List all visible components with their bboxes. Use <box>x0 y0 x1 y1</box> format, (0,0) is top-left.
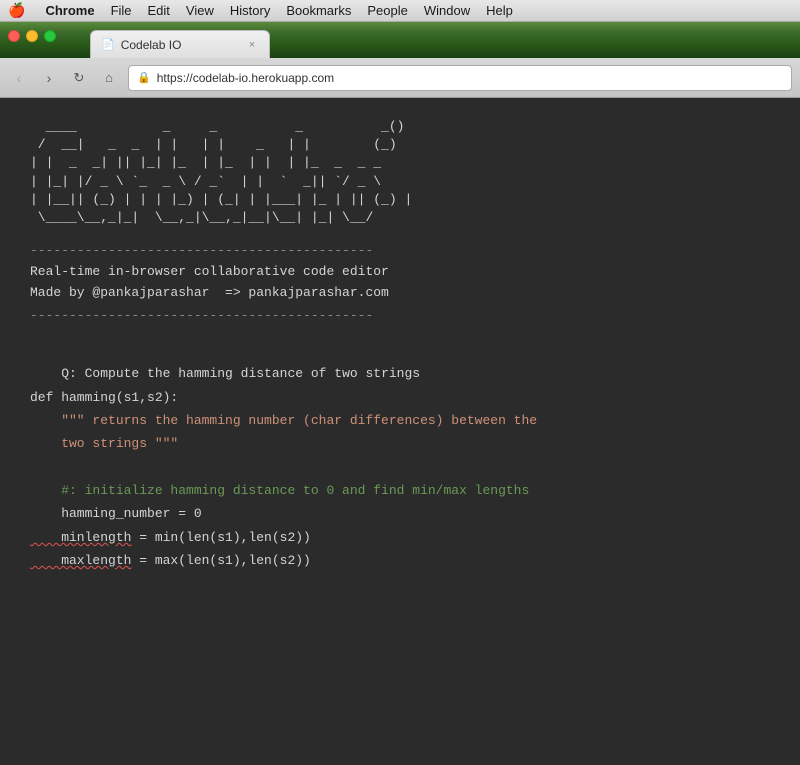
code-maxlength-line: maxlength = max(len(s1),len(s2)) <box>30 553 311 568</box>
info-author: Made by @pankajparashar => pankajparasha… <box>30 283 770 304</box>
menubar-view[interactable]: View <box>186 3 214 18</box>
code-block: Q: Compute the hamming distance of two s… <box>30 339 770 596</box>
menubar-window[interactable]: Window <box>424 3 470 18</box>
code-minlength-label: minlength <box>30 530 131 545</box>
tab[interactable]: 📄 Codelab IO × <box>90 30 270 58</box>
menubar-file[interactable]: File <box>111 3 132 18</box>
reload-icon: ↻ <box>74 70 85 86</box>
code-maxlength-rest: = max(len(s1),len(s2)) <box>131 553 310 568</box>
code-docstring2: two strings """ <box>30 436 178 451</box>
code-comment: #: initialize hamming distance to 0 and … <box>30 483 529 498</box>
home-icon: ⌂ <box>105 70 113 85</box>
menubar-help[interactable]: Help <box>486 3 513 18</box>
menubar: 🍎 Chrome File Edit View History Bookmark… <box>0 0 800 22</box>
code-minlength-line: minlength = min(len(s1),len(s2)) <box>30 530 311 545</box>
main-content: ____ _ _ _ _() / __| _ _ | | | | _ | | (… <box>0 98 800 765</box>
ascii-art-logo: ____ _ _ _ _() / __| _ _ | | | | _ | | (… <box>30 118 770 227</box>
address-bar[interactable]: 🔒 https://codelab-io.herokuapp.com <box>128 65 792 91</box>
toolbar: ‹ › ↻ ⌂ 🔒 https://codelab-io.herokuapp.c… <box>0 58 800 98</box>
home-button[interactable]: ⌂ <box>98 67 120 89</box>
menubar-history[interactable]: History <box>230 3 270 18</box>
ssl-lock-icon: 🔒 <box>137 71 151 84</box>
close-window-button[interactable] <box>8 30 20 42</box>
separator-top: ----------------------------------------… <box>30 243 770 258</box>
back-button[interactable]: ‹ <box>8 67 30 89</box>
forward-button[interactable]: › <box>38 67 60 89</box>
tabbar: 📄 Codelab IO × <box>0 22 800 58</box>
traffic-lights <box>8 30 56 42</box>
code-question: Q: Compute the hamming distance of two s… <box>61 366 420 381</box>
tab-title: Codelab IO <box>121 38 239 52</box>
menubar-chrome[interactable]: Chrome <box>45 3 94 18</box>
url-display: https://codelab-io.herokuapp.com <box>157 71 783 85</box>
back-icon: ‹ <box>17 70 22 86</box>
code-maxlength-label: maxlength <box>30 553 131 568</box>
code-def-line: def hamming(s1,s2): <box>30 390 178 405</box>
apple-icon[interactable]: 🍎 <box>8 2 25 19</box>
tab-close-button[interactable]: × <box>245 38 259 52</box>
reload-button[interactable]: ↻ <box>68 67 90 89</box>
code-hamming-number: hamming_number = 0 <box>30 506 202 521</box>
menubar-edit[interactable]: Edit <box>148 3 170 18</box>
fullscreen-window-button[interactable] <box>44 30 56 42</box>
minimize-window-button[interactable] <box>26 30 38 42</box>
menubar-people[interactable]: People <box>367 3 407 18</box>
code-minlength-rest: = min(len(s1),len(s2)) <box>131 530 310 545</box>
separator-bottom: ----------------------------------------… <box>30 308 770 323</box>
info-description: Real-time in-browser collaborative code … <box>30 262 770 283</box>
forward-icon: › <box>47 70 52 86</box>
tab-favicon-icon: 📄 <box>101 38 115 51</box>
menubar-bookmarks[interactable]: Bookmarks <box>286 3 351 18</box>
code-docstring1: """ returns the hamming number (char dif… <box>30 413 537 428</box>
